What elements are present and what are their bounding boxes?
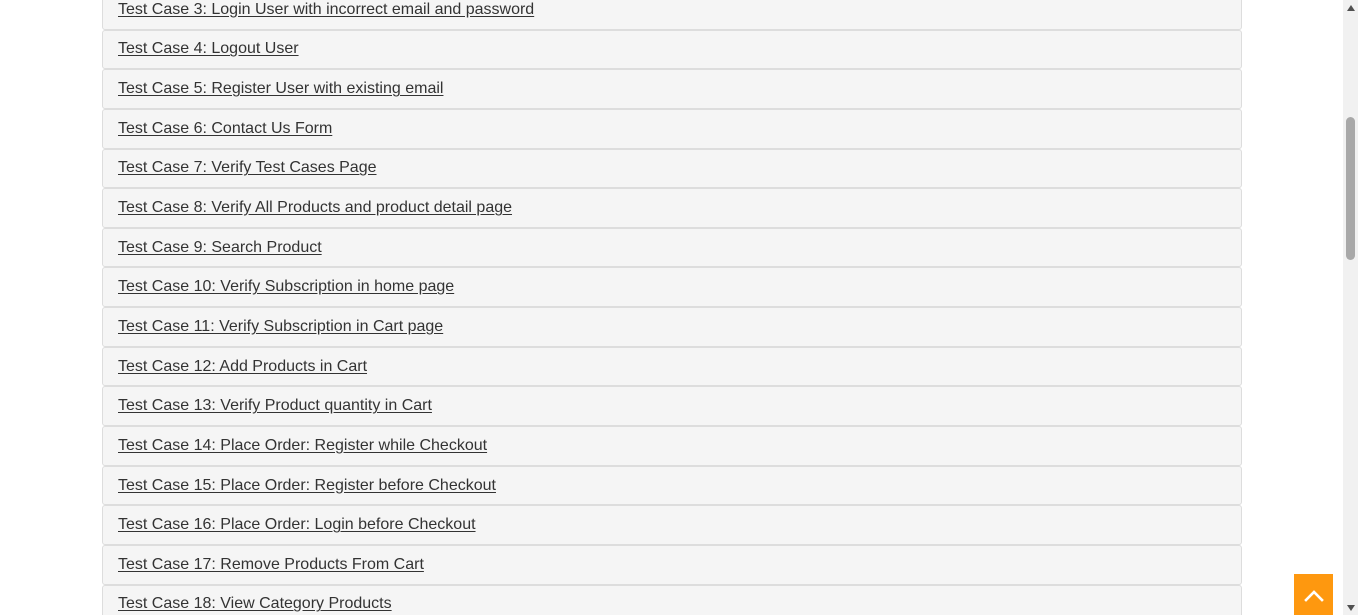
test-case-row[interactable]: Test Case 17: Remove Products From Cart [102,544,1242,585]
page-viewport: Test Case 3: Login User with incorrect e… [0,0,1343,615]
test-case-link[interactable]: Test Case 9: Search Product [118,239,322,257]
chevron-up-icon [1303,589,1324,602]
scrollbar-up-button[interactable] [1343,0,1358,15]
test-case-link[interactable]: Test Case 5: Register User with existing… [118,80,443,98]
triangle-up-icon [1346,4,1355,11]
test-case-link[interactable]: Test Case 4: Logout User [118,40,299,58]
test-case-row[interactable]: Test Case 4: Logout User [102,29,1242,70]
test-case-link[interactable]: Test Case 17: Remove Products From Cart [118,556,424,574]
test-case-link[interactable]: Test Case 11: Verify Subscription in Car… [118,318,443,336]
test-case-link[interactable]: Test Case 3: Login User with incorrect e… [118,1,534,19]
test-case-row[interactable]: Test Case 7: Verify Test Cases Page [102,148,1242,189]
test-case-row[interactable]: Test Case 16: Place Order: Login before … [102,505,1242,545]
test-case-link[interactable]: Test Case 8: Verify All Products and pro… [118,199,512,217]
test-case-row[interactable]: Test Case 12: Add Products in Cart [102,346,1242,387]
test-case-link[interactable]: Test Case 10: Verify Subscription in hom… [118,278,454,296]
scrollbar-down-button[interactable] [1343,600,1358,615]
test-case-link[interactable]: Test Case 14: Place Order: Register whil… [118,437,487,455]
vertical-scrollbar[interactable] [1343,0,1358,615]
test-case-link[interactable]: Test Case 12: Add Products in Cart [118,358,367,376]
test-case-row[interactable]: Test Case 10: Verify Subscription in hom… [102,267,1242,308]
test-case-link[interactable]: Test Case 16: Place Order: Login before … [118,516,476,534]
scroll-to-top-button[interactable] [1294,574,1333,615]
test-case-list: Test Case 3: Login User with incorrect e… [102,0,1242,615]
test-case-row[interactable]: Test Case 11: Verify Subscription in Car… [102,307,1242,347]
test-case-row[interactable]: Test Case 15: Place Order: Register befo… [102,465,1242,506]
test-case-row[interactable]: Test Case 5: Register User with existing… [102,69,1242,109]
test-case-link[interactable]: Test Case 13: Verify Product quantity in… [118,397,432,415]
test-case-link[interactable]: Test Case 7: Verify Test Cases Page [118,159,377,177]
triangle-down-icon [1346,604,1355,611]
test-case-row[interactable]: Test Case 3: Login User with incorrect e… [102,0,1242,30]
test-case-row[interactable]: Test Case 14: Place Order: Register whil… [102,426,1242,466]
test-case-link[interactable]: Test Case 18: View Category Products [118,595,392,613]
test-case-link[interactable]: Test Case 6: Contact Us Form [118,120,332,138]
scrollbar-thumb[interactable] [1346,117,1355,260]
test-case-row[interactable]: Test Case 8: Verify All Products and pro… [102,188,1242,228]
test-case-row[interactable]: Test Case 6: Contact Us Form [102,108,1242,149]
test-case-link[interactable]: Test Case 15: Place Order: Register befo… [118,477,496,495]
test-case-row[interactable]: Test Case 13: Verify Product quantity in… [102,386,1242,427]
test-case-row[interactable]: Test Case 18: View Category Products [102,584,1242,615]
test-case-row[interactable]: Test Case 9: Search Product [102,227,1242,268]
